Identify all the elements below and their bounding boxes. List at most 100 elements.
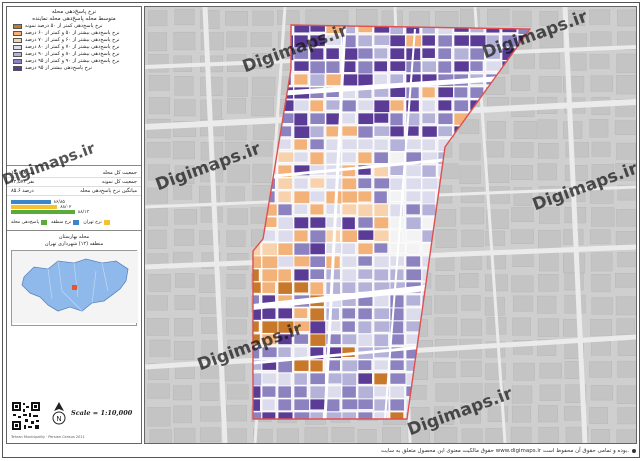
background-block: [200, 207, 223, 223]
parcel: [405, 164, 422, 177]
parcel: [309, 307, 325, 322]
background-block: [199, 382, 219, 401]
background-block: [617, 360, 636, 378]
rate-bar: ۸۶/۸۵: [11, 200, 137, 205]
legend-label: نرخ پاسخ‌دهی بیشتر از ۸۰ و کمتر از ۹۰ در…: [25, 51, 120, 57]
parcel: [293, 359, 310, 372]
parcel: [277, 385, 292, 399]
parcel: [261, 307, 277, 320]
background-block: [511, 165, 533, 181]
parcel: [341, 112, 356, 125]
parcel: [357, 307, 373, 320]
background-block: [485, 141, 505, 158]
background-block: [277, 10, 300, 25]
legend-label: نرخ پاسخ‌دهی کمتر از ۵۰ درصد نمونه: [25, 23, 103, 29]
legend-panel: نرخ پاسخ‌دهی محله متوسط محله پاسخ‌دهی مح…: [6, 6, 142, 444]
parcel: [405, 242, 421, 255]
parcel: [293, 99, 310, 112]
parcel: [277, 177, 293, 190]
parcel: [309, 333, 327, 347]
background-block: [590, 75, 614, 92]
background-block: [382, 427, 402, 443]
background-block: [589, 361, 613, 378]
background-block: [511, 385, 533, 404]
background-block: [252, 76, 276, 96]
parcel: [389, 86, 406, 98]
bar-key-swatch: [41, 220, 48, 225]
parcel: [309, 229, 327, 244]
stat-label: جمعیت کل نمونه: [101, 179, 137, 185]
background-block: [513, 362, 535, 381]
background-block: [225, 428, 247, 443]
background-block: [148, 32, 167, 52]
background-block: [539, 52, 561, 69]
parcel: [357, 268, 373, 280]
background-block: [433, 361, 456, 378]
background-block: [512, 295, 534, 312]
background-block: [461, 318, 483, 336]
background-block: [252, 163, 273, 184]
parcel: [293, 60, 310, 72]
parcel: [357, 99, 375, 112]
parcel: [325, 73, 342, 86]
parcel: [341, 242, 356, 255]
parcel: [309, 138, 325, 150]
background-block: [331, 427, 355, 442]
bar-key-swatch: [73, 220, 80, 225]
background-block: [175, 273, 195, 288]
parcel: [389, 359, 405, 371]
background-block: [146, 318, 169, 336]
parcel: [261, 255, 279, 269]
background-block: [539, 362, 562, 379]
parcel: [373, 34, 391, 46]
background-block: [615, 273, 636, 288]
background-block: [251, 96, 274, 117]
legend-swatch: [13, 31, 22, 36]
parcel: [277, 268, 292, 282]
legend-item: نرخ پاسخ‌دهی بیشتر از ۹۵ درصد: [13, 65, 141, 72]
parcel: [309, 125, 325, 138]
background-block: [356, 9, 378, 27]
background-block: [148, 54, 169, 73]
parcel: [357, 372, 373, 385]
background-block: [487, 121, 506, 139]
parcel: [341, 177, 357, 190]
background-block: [461, 229, 484, 247]
background-block: [174, 8, 195, 26]
parcel: [373, 307, 390, 320]
background-block: [616, 209, 636, 227]
background-block: [147, 383, 170, 399]
background-block: [174, 341, 195, 361]
legend-swatch: [13, 45, 22, 50]
legend-label: نرخ پاسخ‌دهی بیشتر از ۷۰ و کمتر از ۸۰ در…: [25, 44, 120, 50]
parcel: [341, 281, 357, 294]
map-canvas: [145, 7, 636, 443]
parcel: [405, 216, 422, 230]
stat-label: جمعیت کل محله: [102, 170, 137, 176]
stat-row: ۸۵.۶ درصد میانگین نرخ پاسخ‌دهی محله: [7, 187, 141, 196]
parcel: [389, 99, 405, 112]
parcel: [437, 112, 454, 125]
background-block: [460, 207, 485, 225]
parcel: [357, 138, 374, 150]
parcel: [277, 255, 295, 268]
parcel: [357, 34, 373, 48]
parcel: [309, 242, 326, 255]
background-block: [616, 142, 636, 160]
main-map[interactable]: Digimaps.ir Digimaps.ir Digimaps.ir Digi…: [144, 6, 637, 444]
background-block: [538, 273, 559, 292]
parcel: [309, 398, 326, 411]
legend-label: نرخ پاسخ‌دهی بیشتر از ۵۰ و کمتر از ۶۰ در…: [25, 30, 120, 36]
parcel: [357, 112, 374, 125]
parcel: [373, 177, 390, 190]
background-block: [537, 295, 557, 314]
parcel: [389, 34, 406, 47]
background-block: [564, 272, 584, 291]
copyright-text: حقوق مالکیت معنوی این محصول متعلق به سای…: [380, 448, 629, 454]
background-block: [304, 427, 328, 443]
parcel: [405, 255, 421, 268]
parcel: [309, 190, 326, 203]
parcel: [309, 372, 326, 385]
background-block: [564, 294, 586, 314]
background-block: [589, 229, 611, 245]
